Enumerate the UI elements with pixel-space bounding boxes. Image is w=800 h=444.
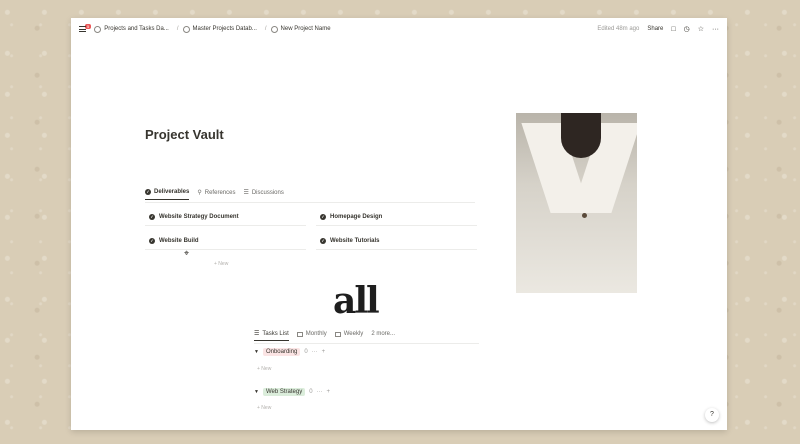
group-label: Web Strategy [262,388,306,396]
plus-icon[interactable]: + [327,389,331,395]
new-deliverable-button[interactable]: + New [214,261,228,267]
group-count: 0 [309,389,313,395]
view-tabs-divider [254,343,479,344]
tab-label: Deliverables [154,189,190,195]
check-circle-icon: ✓ [320,213,326,220]
card-title: Website Tutorials [330,237,380,244]
deliverables-gallery: ✓ Website Strategy Document ✓ Homepage D… [145,208,477,250]
breadcrumb-label: New Project Name [280,26,331,32]
help-button[interactable]: ? [705,408,719,422]
group-label: Onboarding [262,348,301,356]
tab-weekly[interactable]: Weekly [334,330,364,341]
text-cursor-icon: ⌖ [184,248,190,258]
edited-timestamp: Edited 48m ago [597,26,640,32]
deliverable-card[interactable]: ✓ Website Strategy Document [145,208,306,226]
tabs-divider [145,202,475,203]
cover-photo [516,113,637,293]
new-task-button[interactable]: + New [257,405,271,411]
comment-icon[interactable]: □ [671,26,675,33]
share-button[interactable]: Share [647,26,663,32]
check-circle-icon: ✓ [320,237,326,244]
group-header-onboarding: ▼ Onboarding 0 ··· + [254,348,325,356]
tab-label: Discussions [251,189,284,196]
star-icon[interactable]: ☆ [698,25,704,33]
brand-logo-text: all [333,280,380,322]
more-icon[interactable]: ··· [712,26,719,33]
tab-label: Weekly [343,331,364,337]
breadcrumb-label: Master Projects Datab... [192,26,257,32]
calendar-icon [334,331,341,337]
photo-detail [561,113,601,158]
menu-icon[interactable] [79,26,86,32]
tab-label: References [204,189,236,196]
page-icon [270,25,278,33]
calendar-icon [296,331,303,337]
check-circle-icon: ✓ [149,213,155,220]
collapse-triangle-icon[interactable]: ▼ [254,389,259,395]
more-icon[interactable]: ··· [317,389,323,395]
plus-icon[interactable]: + [322,349,326,355]
check-circle-icon: ✓ [149,237,155,244]
search-icon: ⚲ [197,190,202,196]
page-icon [94,25,102,33]
group-count: 0 [304,349,308,355]
breadcrumb-item-projects[interactable]: 5 Projects and Tasks Da... [79,23,169,33]
check-circle-icon: ✓ [145,189,151,195]
collapse-triangle-icon[interactable]: ▼ [254,349,259,355]
tasks-view-tabs: ☰ Tasks List Monthly Weekly 2 more... [254,330,395,341]
new-task-button[interactable]: + New [257,366,271,372]
tab-discussions[interactable]: ☰ Discussions [243,189,283,200]
topbar-actions: Edited 48m ago Share □ ◷ ☆ ··· [597,25,719,34]
list-icon: ☰ [254,331,260,337]
breadcrumb-separator: / [264,26,267,32]
breadcrumb-label: Projects and Tasks Da... [104,26,169,32]
database-icon [182,25,190,33]
tab-label: Monthly [305,331,327,337]
tab-label: Tasks List [262,330,289,337]
deliverable-card[interactable]: ✓ Website Build [145,232,306,250]
tab-tasks-list[interactable]: ☰ Tasks List [254,330,289,341]
tab-label: 2 more... [371,331,395,337]
more-icon[interactable]: ··· [312,349,318,355]
photo-detail [582,213,587,218]
top-bar: 5 Projects and Tasks Da... / Master Proj… [71,18,727,40]
clock-icon[interactable]: ◷ [684,25,690,33]
list-icon: ☰ [243,190,249,196]
card-title: Website Build [159,237,199,244]
breadcrumb-separator: / [176,26,179,32]
tab-deliverables[interactable]: ✓ Deliverables [145,189,190,200]
card-title: Website Strategy Document [159,213,239,220]
app-window: 5 Projects and Tasks Da... / Master Proj… [71,18,727,430]
card-title: Homepage Design [330,213,383,220]
group-header-web-strategy: ▼ Web Strategy 0 ··· + [254,388,330,396]
deliverable-card[interactable]: ✓ Homepage Design [316,208,477,226]
tab-monthly[interactable]: Monthly [296,330,327,341]
tab-more[interactable]: 2 more... [371,330,395,341]
breadcrumb-item-master[interactable]: Master Projects Datab... [182,25,257,33]
page-title[interactable]: Project Vault [145,127,224,142]
tab-references[interactable]: ⚲ References [197,189,235,200]
deliverable-card[interactable]: ✓ Website Tutorials [316,232,477,250]
breadcrumb-item-new-project[interactable]: New Project Name [270,25,331,33]
deliverables-tabs: ✓ Deliverables ⚲ References ☰ Discussion… [145,189,284,200]
